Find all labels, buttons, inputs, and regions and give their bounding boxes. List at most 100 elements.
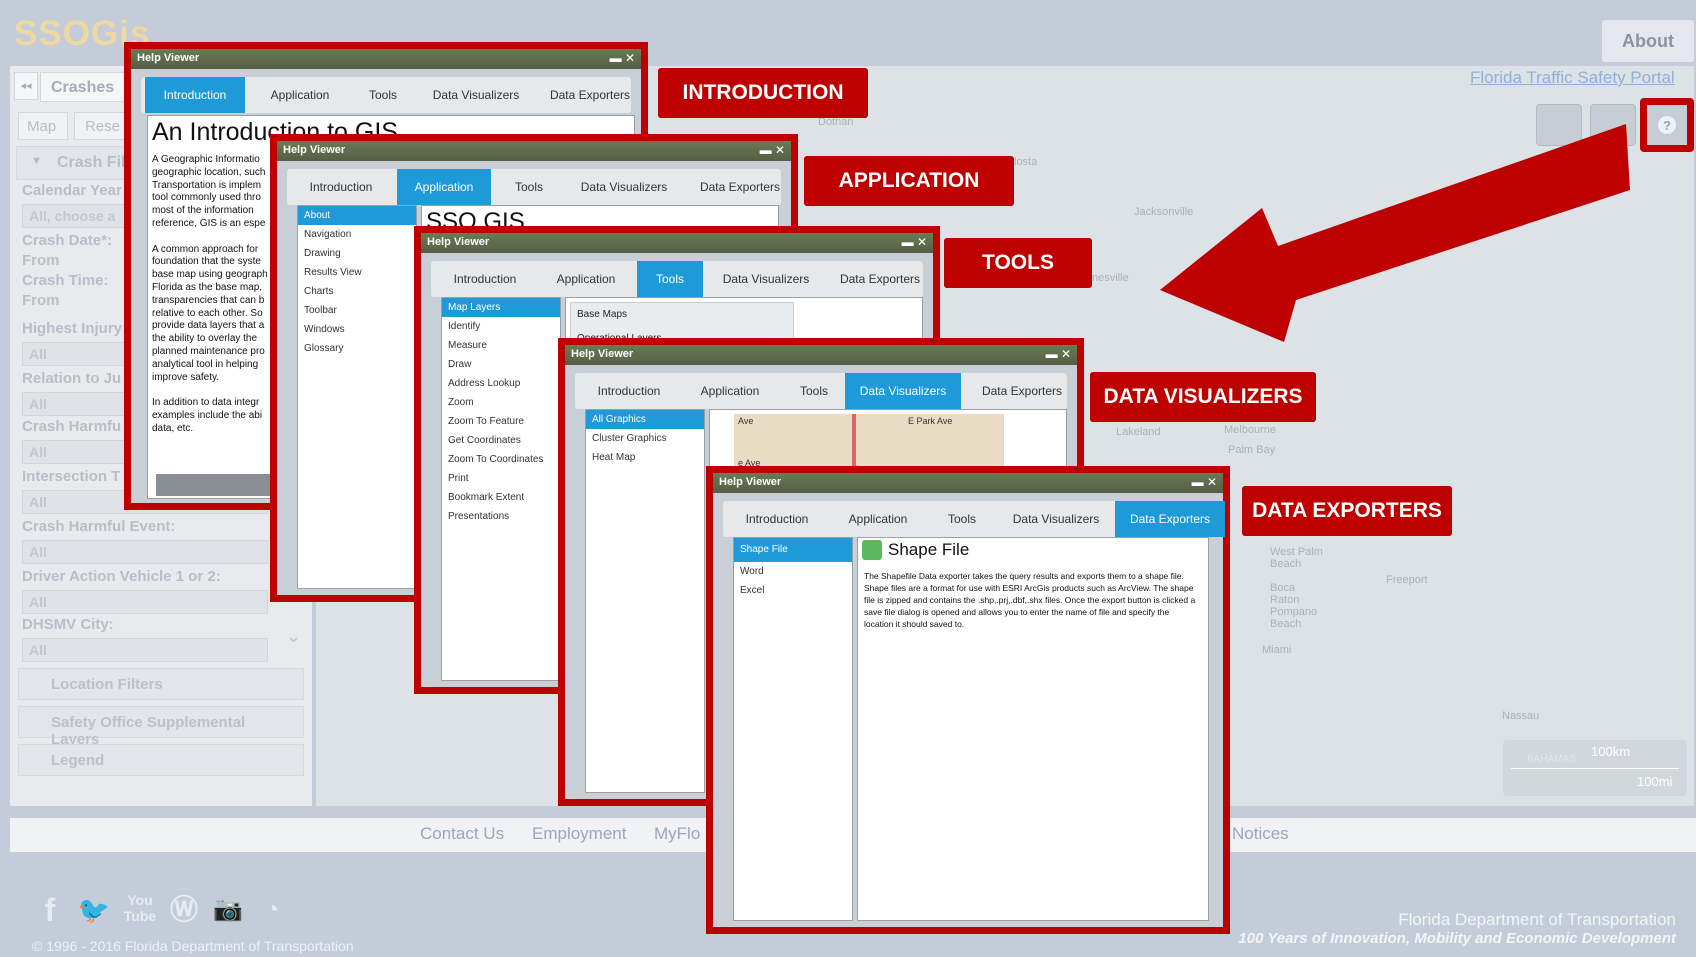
all-graphics-item[interactable]: All Graphics [586, 410, 704, 429]
youtube-icon[interactable]: You Tube [122, 892, 158, 928]
intro-line [152, 231, 272, 244]
city-select[interactable]: All [22, 638, 268, 662]
excel-item[interactable]: Excel [734, 581, 852, 600]
tab-data-visualizers[interactable]: Data Visualizers [421, 77, 531, 113]
nav-item[interactable]: Navigation [298, 225, 416, 244]
facebook-icon[interactable]: f [32, 892, 68, 928]
intro-line: planned maintenance pro [152, 345, 265, 357]
driver-action-select[interactable]: All [22, 590, 268, 614]
zoom-to-feature-item[interactable]: Zoom To Feature [442, 412, 560, 431]
nav-item[interactable]: About [298, 206, 416, 225]
window-title: Help Viewer [421, 233, 933, 253]
tab-data-exporters[interactable]: Data Exporters [1115, 501, 1225, 537]
tab-application[interactable]: Application [539, 261, 633, 297]
camera-icon[interactable]: 📷 [210, 892, 246, 928]
cluster-graphics-item[interactable]: Cluster Graphics [586, 429, 704, 448]
intro-line: Florida as the base map, [152, 281, 263, 293]
visualizer-map-preview: Ave E Park Ave e Ave [734, 414, 1004, 472]
get-coordinates-item[interactable]: Get Coordinates [442, 431, 560, 450]
tab-application[interactable]: Application [397, 169, 491, 205]
callout-tools: TOOLS [944, 238, 1092, 288]
word-item[interactable]: Word [734, 562, 852, 581]
map-label: Melbourne [1224, 424, 1276, 436]
myflorida-link[interactable]: MyFlo [654, 824, 700, 844]
base-maps-layer[interactable]: Base Maps [577, 309, 627, 320]
zoom-item[interactable]: Zoom [442, 393, 560, 412]
nav-item[interactable]: Toolbar [298, 301, 416, 320]
employment-link[interactable]: Employment [532, 824, 626, 844]
window-controls[interactable]: ▬ ✕ [902, 235, 927, 249]
window-controls[interactable]: ▬ ✕ [1192, 475, 1217, 489]
intersection-label: Intersection T [22, 468, 121, 485]
collapse-panel-icon[interactable]: ◂◂ [14, 72, 38, 100]
nav-item[interactable]: Glossary [298, 339, 416, 358]
tab-data-exporters[interactable]: Data Exporters [685, 169, 795, 205]
scroll-down-icon[interactable]: ⌄ [286, 626, 301, 647]
print-item[interactable]: Print [442, 469, 560, 488]
safety-layers-section[interactable]: Safety Office Supplemental Layers [18, 706, 304, 748]
tab-data-visualizers[interactable]: Data Visualizers [845, 373, 961, 409]
tab-application[interactable]: Application [253, 77, 347, 113]
heat-map-item[interactable]: Heat Map [586, 448, 704, 467]
address-lookup-item[interactable]: Address Lookup [442, 374, 560, 393]
nav-item[interactable]: Windows [298, 320, 416, 339]
tab-data-visualizers[interactable]: Data Visualizers [711, 261, 821, 297]
intro-line: geographic location, such [152, 166, 266, 178]
window-title: Help Viewer [565, 345, 1077, 365]
zoom-to-coordinates-item[interactable]: Zoom To Coordinates [442, 450, 560, 469]
tab-tools[interactable]: Tools [781, 373, 847, 409]
traffic-safety-portal-link[interactable]: Florida Traffic Safety Portal [1470, 68, 1675, 88]
nav-item[interactable]: Drawing [298, 244, 416, 263]
window-title: Help Viewer [713, 473, 1223, 493]
measure-item[interactable]: Measure [442, 336, 560, 355]
tab-application[interactable]: Application [683, 373, 777, 409]
legend-section[interactable]: Legend [18, 744, 304, 776]
map-road [852, 414, 856, 472]
tab-introduction[interactable]: Introduction [727, 501, 827, 537]
window-controls[interactable]: ▬ ✕ [1046, 347, 1071, 361]
tab-tools[interactable]: Tools [637, 261, 703, 297]
twitter-icon[interactable]: 🐦 [76, 892, 112, 928]
bookmark-extent-item[interactable]: Bookmark Extent [442, 488, 560, 507]
location-filters-section[interactable]: Location Filters [18, 668, 304, 700]
tab-introduction[interactable]: Introduction [291, 169, 391, 205]
draw-item[interactable]: Draw [442, 355, 560, 374]
map-street-label: Ave [738, 416, 754, 426]
shape-file-item[interactable]: Shape File [734, 538, 852, 562]
window-controls[interactable]: ▬ ✕ [610, 51, 635, 65]
tab-tools[interactable]: Tools [499, 169, 559, 205]
tab-data-exporters[interactable]: Data Exporters [825, 261, 935, 297]
tab-application[interactable]: Application [831, 501, 925, 537]
tab-introduction[interactable]: Introduction [435, 261, 535, 297]
shape-file-icon [862, 540, 882, 560]
callout-introduction: INTRODUCTION [658, 68, 868, 118]
presentations-item[interactable]: Presentations [442, 507, 560, 526]
notices-link[interactable]: Notices [1232, 824, 1289, 844]
tab-data-exporters[interactable]: Data Exporters [535, 77, 645, 113]
nav-item[interactable]: Results View [298, 263, 416, 282]
about-button[interactable]: About [1602, 20, 1694, 62]
help-icon[interactable]: ? [1640, 98, 1694, 152]
wordpress-icon[interactable]: Ⓦ [166, 892, 202, 928]
map-label: Lakeland [1116, 426, 1161, 438]
tab-introduction[interactable]: Introduction [145, 77, 245, 113]
window-controls[interactable]: ▬ ✕ [760, 143, 785, 157]
identify-item[interactable]: Identify [442, 317, 560, 336]
contact-us-link[interactable]: Contact Us [420, 824, 504, 844]
relation-label: Relation to Ju [22, 370, 122, 387]
tab-tools[interactable]: Tools [929, 501, 995, 537]
intro-line: analytical tool in helping [152, 358, 259, 370]
tools-nav: Map Layers Identify Measure Draw Address… [441, 297, 561, 681]
map-layers-item[interactable]: Map Layers [442, 298, 560, 317]
rss-icon[interactable]: ◔ [254, 892, 290, 928]
nav-item[interactable]: Charts [298, 282, 416, 301]
scale-km: 100km [1591, 744, 1631, 759]
tab-data-visualizers[interactable]: Data Visualizers [999, 501, 1113, 537]
tab-data-visualizers[interactable]: Data Visualizers [569, 169, 679, 205]
harmful-event-select[interactable]: All [22, 540, 268, 564]
map-button[interactable]: Map [18, 112, 68, 140]
tab-data-exporters[interactable]: Data Exporters [967, 373, 1077, 409]
tab-introduction[interactable]: Introduction [579, 373, 679, 409]
tab-tools[interactable]: Tools [353, 77, 413, 113]
intro-button[interactable] [156, 474, 276, 496]
